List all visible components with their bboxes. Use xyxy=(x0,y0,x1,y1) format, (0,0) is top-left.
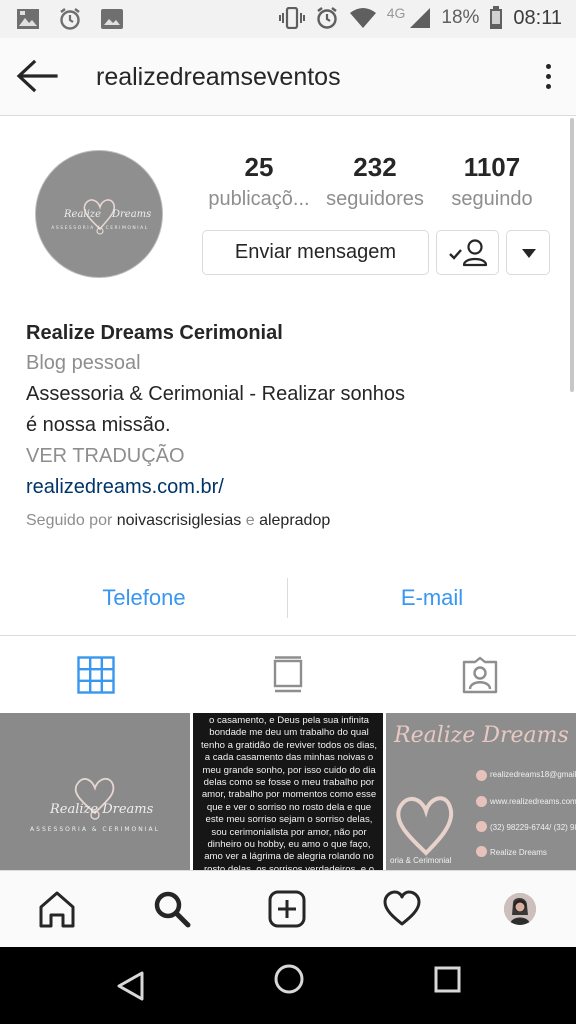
battery-icon xyxy=(490,6,503,29)
tagged-icon xyxy=(462,656,498,694)
contact-bar: Telefone E-mail xyxy=(0,570,576,636)
following-status-button[interactable] xyxy=(436,230,499,275)
suggestions-dropdown-button[interactable] xyxy=(506,230,550,275)
profile-avatar[interactable]: Realize Dreams ASSESSORIA & CERIMONIAL xyxy=(35,150,163,278)
realize-dreams-logo: Realize Dreams ASSESSORIA & CERIMONIAL xyxy=(30,778,160,833)
alarm-icon xyxy=(60,8,80,30)
profile-photo xyxy=(504,893,536,925)
followed-by[interactable]: Seguido por noivascrisiglesias e aleprad… xyxy=(26,509,556,533)
back-button[interactable] xyxy=(14,56,60,96)
profile-name: Realize Dreams Cerimonial xyxy=(26,322,283,344)
clock: 08:11 xyxy=(513,6,562,29)
followed-by-prefix: Seguido por xyxy=(26,512,113,529)
status-bar: 4G 18% 08:11 xyxy=(0,0,576,38)
instagram-dot-icon xyxy=(476,846,487,857)
svg-text:ASSESSORIA & CERIMONIAL: ASSESSORIA & CERIMONIAL xyxy=(51,225,148,231)
tab-tagged[interactable] xyxy=(384,637,576,713)
profile-bio: Realize Dreams Cerimonial Blog pessoal A… xyxy=(26,318,556,533)
follower-name-2[interactable]: alepradop xyxy=(259,512,330,529)
bio-line-1: Assessoria & Cerimonial - Realizar sonho… xyxy=(26,383,406,405)
nav-search[interactable] xyxy=(115,871,230,948)
send-message-button[interactable]: Enviar mensagem xyxy=(202,230,429,275)
post-3-item-2: www.realizedreams.com.br xyxy=(490,797,576,806)
post-3-title: Realize Dreams xyxy=(394,723,569,748)
app-bar: realizedreamseventos xyxy=(0,38,576,116)
heart-logo-icon xyxy=(396,796,454,856)
post-3-item-1: realizedreams18@gmail xyxy=(490,770,576,779)
activity-icon xyxy=(383,890,421,926)
alarm-icon xyxy=(316,7,337,29)
stat-followers[interactable]: 232 seguidores xyxy=(318,150,432,214)
followers-label: seguidores xyxy=(326,188,424,210)
following-label: seguindo xyxy=(451,188,533,210)
website-link[interactable]: realizedreams.com.br/ xyxy=(26,472,556,503)
email-dot-icon xyxy=(476,770,487,781)
post-thumbnail-3[interactable]: Realize Dreams realizedreams18@gmail www… xyxy=(386,713,576,870)
profile-tabs xyxy=(0,637,576,713)
circle-home-icon xyxy=(274,964,304,994)
phone-dot-icon xyxy=(476,821,487,832)
web-dot-icon xyxy=(476,796,487,807)
email-button[interactable]: E-mail xyxy=(288,570,576,626)
profile-category: Blog pessoal xyxy=(26,352,141,374)
posts-grid: Realize Dreams ASSESSORIA & CERIMONIAL o… xyxy=(0,713,576,870)
following-count: 1107 xyxy=(463,152,521,182)
post-2-text: o casamento, e Deus pela sua infinita bo… xyxy=(201,715,377,870)
search-icon xyxy=(154,891,191,928)
stat-following[interactable]: 1107 seguindo xyxy=(438,150,546,214)
network-type: 4G xyxy=(386,5,406,21)
see-translation-link[interactable]: VER TRADUÇÃO xyxy=(26,441,556,472)
system-home-button[interactable] xyxy=(259,961,319,1011)
grid-icon xyxy=(77,656,115,694)
system-recents-button[interactable] xyxy=(417,961,477,1011)
user-check-icon xyxy=(449,239,488,267)
nav-new-post[interactable] xyxy=(230,871,345,948)
gallery-icon xyxy=(101,9,123,29)
status-system: 4G 18% 08:11 xyxy=(278,5,562,30)
tab-grid[interactable] xyxy=(0,637,192,713)
image-icon xyxy=(17,9,39,29)
nav-activity[interactable] xyxy=(345,871,460,948)
chevron-down-icon xyxy=(522,249,536,258)
svg-text:Realize Dreams: Realize Dreams xyxy=(49,802,154,817)
bio-line-2: é nossa missão. xyxy=(26,414,171,436)
home-icon xyxy=(39,891,75,928)
stat-posts[interactable]: 25 publicaçõ... xyxy=(200,150,318,214)
posts-count: 25 xyxy=(244,152,274,182)
post-thumbnail-2[interactable]: o casamento, e Deus pela sua infinita bo… xyxy=(193,713,383,870)
posts-label: publicaçõ... xyxy=(208,188,310,210)
system-back-button[interactable] xyxy=(102,961,162,1011)
scrollbar[interactable] xyxy=(570,118,574,392)
avatar-text: Realize xyxy=(63,209,101,220)
bottom-navigation xyxy=(0,870,576,947)
tab-feed[interactable] xyxy=(192,637,384,713)
followers-count: 232 xyxy=(353,152,397,182)
realize-dreams-logo: Realize Dreams ASSESSORIA & CERIMONIAL xyxy=(51,199,151,235)
battery-percent: 18% xyxy=(441,7,480,28)
new-post-icon xyxy=(268,890,306,928)
more-options-button[interactable] xyxy=(538,60,558,94)
wifi-icon xyxy=(349,8,376,28)
follower-name-1[interactable]: noivascrisiglesias xyxy=(117,512,242,529)
feed-icon xyxy=(273,656,303,693)
vibrate-icon xyxy=(278,7,305,29)
post-thumbnail-1[interactable]: Realize Dreams ASSESSORIA & CERIMONIAL xyxy=(0,713,190,870)
svg-text:ASSESSORIA & CERIMONIAL: ASSESSORIA & CERIMONIAL xyxy=(30,826,160,833)
back-arrow-icon xyxy=(16,59,58,93)
signal-icon xyxy=(410,8,431,28)
triangle-back-icon xyxy=(117,971,144,1001)
followed-by-and: e xyxy=(245,512,255,529)
profile-username: realizedreamseventos xyxy=(96,63,341,91)
more-vertical-icon xyxy=(538,64,558,89)
phone-button[interactable]: Telefone xyxy=(0,570,288,626)
post-3-item-3: (32) 98229-6744/ (32) 9822 xyxy=(490,823,576,832)
post-3-caption: oria & Cerimonial xyxy=(390,856,452,865)
post-3-item-4: Realize Dreams xyxy=(490,848,547,857)
square-recents-icon xyxy=(434,966,461,993)
nav-home[interactable] xyxy=(0,871,115,948)
svg-text:Dreams: Dreams xyxy=(111,209,151,220)
nav-profile-avatar[interactable] xyxy=(504,893,536,925)
system-navigation-bar xyxy=(0,947,576,1024)
status-notifications xyxy=(16,7,124,31)
